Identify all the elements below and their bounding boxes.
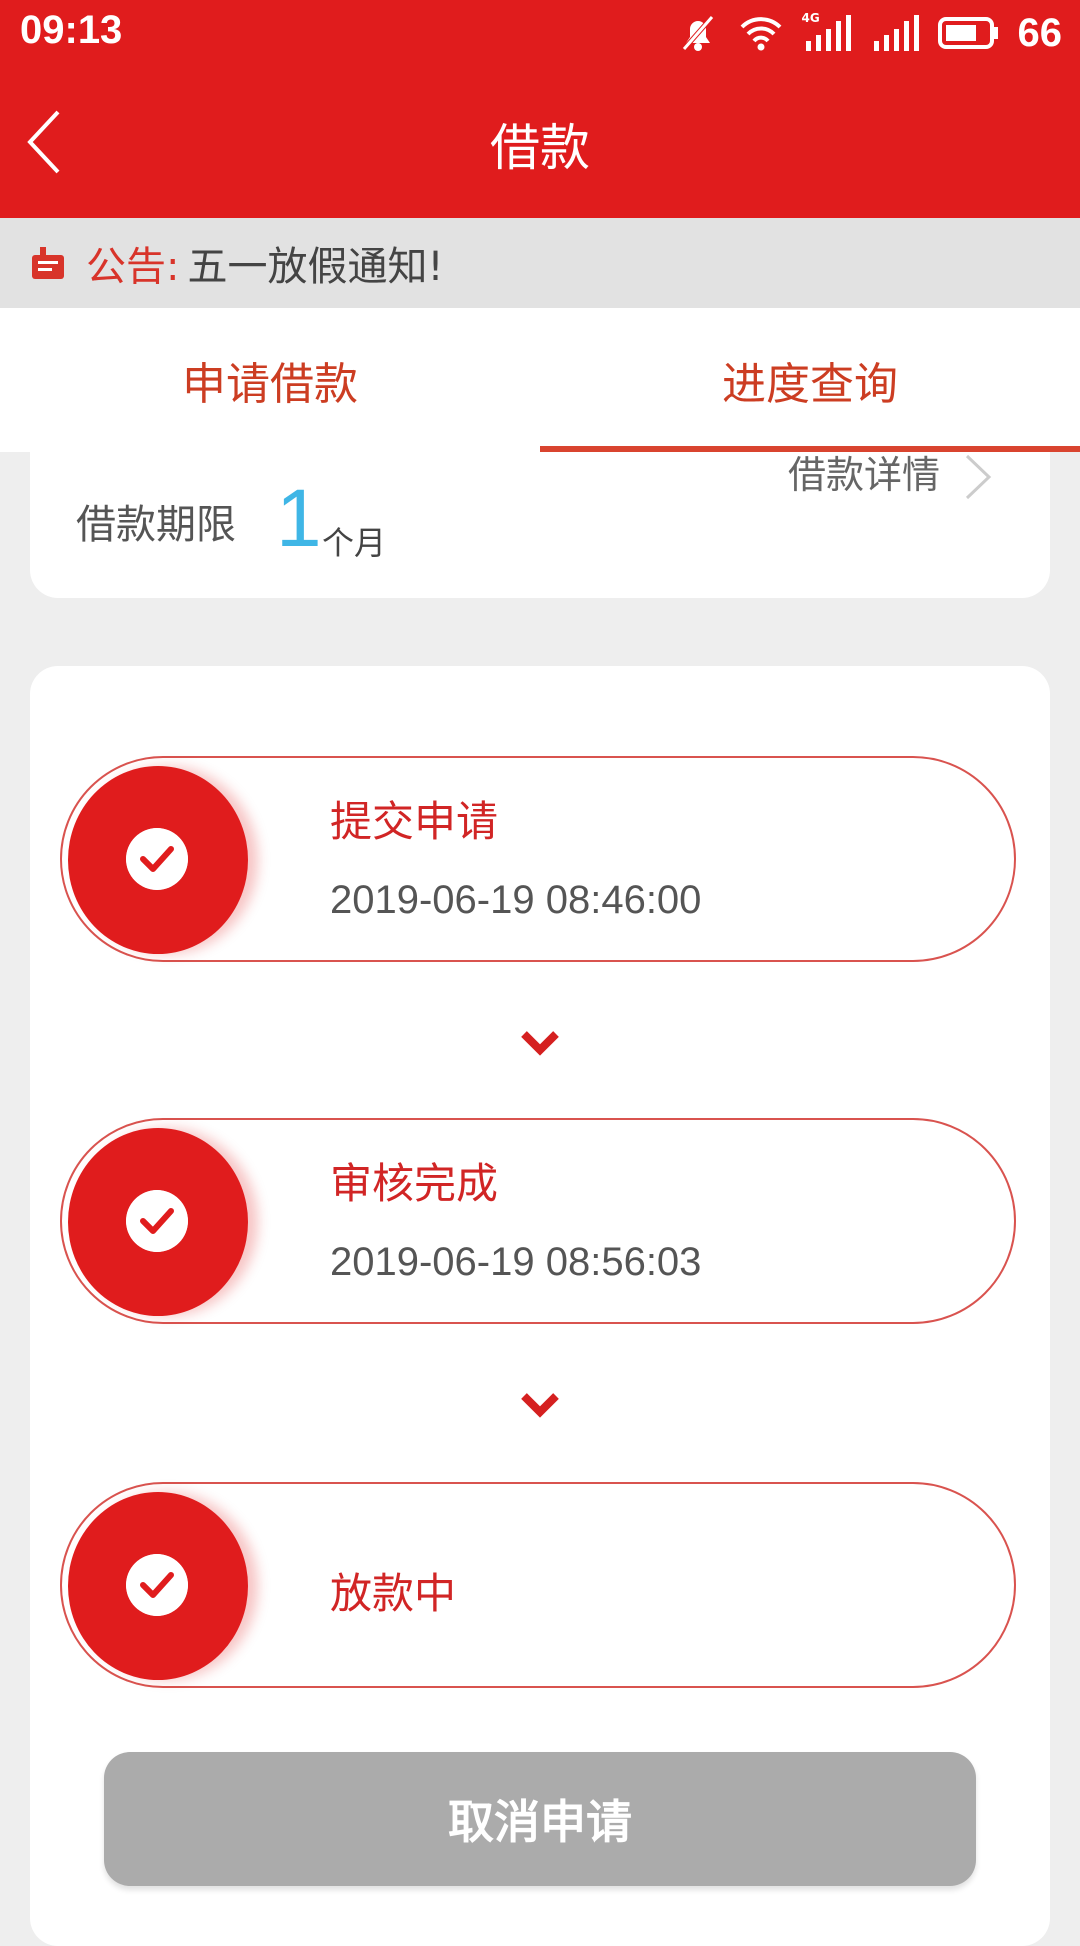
step-time: 2019-06-19 08:46:00: [330, 878, 702, 922]
notice-text: 五一放假通知!: [187, 244, 444, 290]
step-title: 提交申请: [330, 797, 499, 846]
loan-detail-link[interactable]: 借款详情: [788, 452, 940, 499]
tab-bar: 申请借款 进度查询: [0, 308, 1080, 452]
signal-icon: [873, 15, 919, 51]
chevron-down-icon: [521, 1393, 559, 1418]
tab-apply-loan[interactable]: 申请借款: [0, 308, 540, 452]
battery-icon: [937, 17, 998, 49]
term-label: 借款期限: [76, 502, 236, 548]
step-title: 审核完成: [330, 1159, 499, 1208]
app-header: 借款: [0, 66, 1080, 218]
check-icon: [126, 1190, 188, 1252]
check-icon: [126, 828, 188, 890]
step-status-circle: [68, 766, 248, 954]
announcement-icon: [32, 247, 64, 279]
status-icons: 4G 66: [676, 10, 1063, 56]
progress-step-submitted: 提交申请 2019-06-19 08:46:00: [60, 756, 1016, 962]
notice-label: 公告:: [86, 244, 180, 290]
loan-summary-card: 借款详情 借款期限 1 个月: [30, 452, 1050, 598]
wifi-icon: [740, 17, 781, 51]
status-bar: 09:13 4G 66: [0, 0, 1080, 66]
check-icon: [126, 1554, 188, 1616]
step-status-circle: [68, 1492, 248, 1680]
status-time: 09:13: [20, 8, 123, 52]
tab-progress-query[interactable]: 进度查询: [540, 308, 1080, 452]
term-unit: 个月: [322, 524, 387, 562]
chevron-right-icon[interactable]: [959, 452, 995, 502]
battery-level: 66: [1017, 10, 1063, 55]
step-time: 2019-06-19 08:56:03: [330, 1240, 702, 1284]
progress-step-reviewed: 审核完成 2019-06-19 08:56:03: [60, 1118, 1016, 1324]
step-title: 放款中: [330, 1569, 457, 1618]
signal-4g-icon: 4G: [802, 11, 852, 53]
term-value: 1: [276, 473, 322, 564]
chevron-down-icon: [521, 1031, 559, 1056]
cancel-application-button[interactable]: 取消申请: [104, 1752, 976, 1886]
notice-bar[interactable]: 公告: 五一放假通知!: [0, 218, 1080, 308]
bell-muted-icon: [681, 15, 714, 51]
step-status-circle: [68, 1128, 248, 1316]
progress-step-disbursing: 放款中: [60, 1482, 1016, 1688]
page-title: 借款: [490, 119, 590, 177]
